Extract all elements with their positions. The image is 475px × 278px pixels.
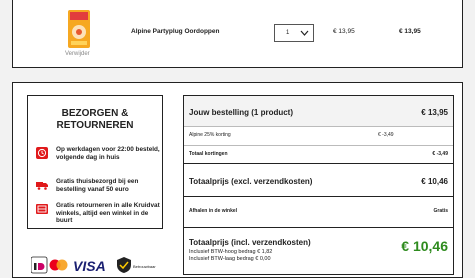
order-label: Jouw bestelling (1 product) [189,108,294,117]
ideal-icon [31,256,48,274]
quantity-select[interactable]: 1 [274,24,314,42]
vat-low-text: Inclusief BTW-laag bedrag € 0,00 [189,256,271,262]
discount-value: € -3,49 [378,132,394,138]
pickup-label: Afhalen in de winkel [189,208,238,214]
price-summary-panel: Jouw bestelling (1 product) € 13,95 Alpi… [183,95,454,275]
trusted-shop-icon [117,257,131,273]
delivery-info-panel: BEZORGEN & RETOURNEREN Op werkdagen voor… [27,95,163,229]
incl-total-label: Totaalprijs (incl. verzendkosten) [189,238,311,247]
clock-icon [36,147,48,159]
return-box-icon [36,204,48,214]
benefit-text: Gratis thuisbezorgd bij een bestelling v… [56,178,139,193]
divider [184,126,453,127]
total-discount-value: € -3,49 [432,151,448,157]
divider [184,227,453,228]
mastercard-icon [49,259,68,271]
unit-price: € 13,95 [333,28,355,35]
payment-methods: VISA Betrouwbaar [31,256,156,274]
vat-high-text: Inclusief BTW-hoog bedrag € 1,82 [189,249,273,255]
excl-total-label: Totaalprijs (excl. verzendkosten) [189,177,313,186]
divider [184,196,453,197]
pickup-value: Gratis [433,208,448,214]
order-total: € 13,95 [421,108,448,117]
cart-product-row: Verwijder Alpine Partyplug Oordoppen 1 €… [12,0,463,68]
benefit-text: Gratis retourneren in alle Kruidvat wink… [56,202,160,225]
discount-label: Alpine 25% korting [189,132,231,138]
divider [184,145,453,146]
total-discount-label: Totaal kortingen [189,151,228,157]
row-total: € 13,95 [399,28,421,35]
product-image[interactable] [65,8,93,50]
benefit-text: Op werkdagen voor 22:00 besteld, volgend… [56,146,160,161]
order-summary-section: BEZORGEN & RETOURNEREN Op werkdagen voor… [12,82,463,278]
truck-icon [36,182,48,190]
delivery-title: BEZORGEN & RETOURNEREN [56,108,134,131]
excl-total-value: € 10,46 [421,177,448,186]
remove-link[interactable]: Verwijder [65,51,90,57]
incl-total-value: € 10,46 [401,238,448,254]
trusted-shop-label: Betrouwbaar [133,264,156,269]
chevron-down-icon [300,30,309,36]
quantity-value: 1 [286,30,290,36]
divider [184,163,453,164]
product-name[interactable]: Alpine Partyplug Oordoppen [131,28,219,35]
